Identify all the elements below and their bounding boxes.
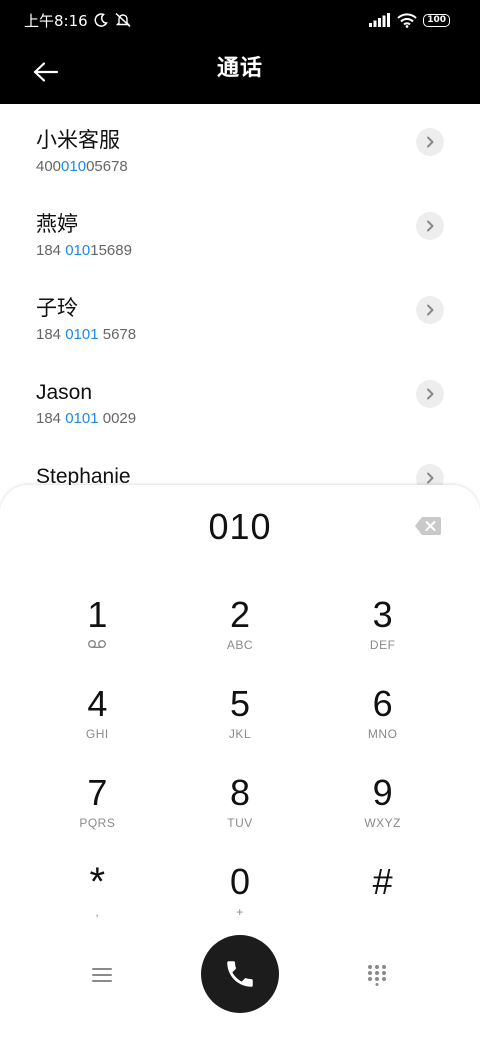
key-digit: 6 bbox=[372, 683, 393, 724]
dialed-number-display: 010 bbox=[208, 506, 272, 547]
voicemail-icon bbox=[87, 637, 107, 653]
key-digit: 2 bbox=[229, 594, 250, 635]
menu-icon bbox=[92, 968, 112, 982]
chevron-right-icon bbox=[427, 220, 434, 232]
key-digit: 8 bbox=[229, 772, 250, 813]
wifi-icon bbox=[397, 12, 417, 28]
backspace-icon bbox=[415, 517, 441, 535]
key-letters: TUV bbox=[227, 816, 253, 830]
key-letters: + bbox=[236, 905, 244, 919]
chevron-right-icon bbox=[427, 388, 434, 400]
keypad-toggle-button[interactable] bbox=[357, 955, 397, 995]
contact-detail-button[interactable] bbox=[416, 380, 444, 408]
dialpad-icon bbox=[368, 965, 386, 986]
dialer-screen: 上午8:16 100 通话 小米客服 40001005678 燕婷 184 01… bbox=[0, 0, 480, 1040]
status-right: 100 bbox=[369, 12, 450, 28]
dialer-bottom-bar bbox=[0, 933, 480, 1017]
backspace-button[interactable] bbox=[412, 513, 444, 539]
key-digit: 3 bbox=[372, 594, 393, 635]
key-7[interactable]: 7 PQRS bbox=[26, 763, 169, 852]
chevron-right-icon bbox=[427, 136, 434, 148]
key-4[interactable]: 4 GHI bbox=[26, 674, 169, 763]
key-letters: DEF bbox=[369, 638, 396, 652]
app-header: 通话 bbox=[0, 40, 480, 104]
key-8[interactable]: 8 TUV bbox=[169, 763, 312, 852]
key-digit: 5 bbox=[229, 683, 250, 724]
key-digit: # bbox=[372, 861, 393, 902]
status-time: 上午8:16 bbox=[24, 11, 88, 30]
key-star[interactable]: * , bbox=[26, 852, 169, 941]
contact-detail-button[interactable] bbox=[416, 296, 444, 324]
key-3[interactable]: 3 DEF bbox=[311, 585, 454, 674]
dialpad-sheet: 010 1 2 ABC 3 DEF 4 GHI 5 JKL 6 MNO 7 PQ… bbox=[0, 485, 480, 1040]
key-digit: 0 bbox=[229, 861, 250, 902]
key-letters: JKL bbox=[228, 727, 252, 741]
chevron-right-icon bbox=[427, 304, 434, 316]
key-letters: WXYZ bbox=[364, 816, 401, 830]
contact-number: 184 01015689 bbox=[36, 242, 132, 259]
key-digit: 9 bbox=[372, 772, 393, 813]
contact-name: 小米客服 bbox=[36, 129, 120, 152]
key-digit: 4 bbox=[87, 683, 108, 724]
phone-icon bbox=[227, 961, 253, 987]
menu-button[interactable] bbox=[82, 955, 122, 995]
status-left: 上午8:16 bbox=[24, 10, 132, 31]
status-bar: 上午8:16 100 bbox=[0, 0, 480, 40]
contact-item[interactable]: 燕婷 184 01015689 bbox=[0, 188, 480, 272]
key-digit: 7 bbox=[87, 772, 108, 813]
muted-bell-icon bbox=[114, 12, 132, 28]
key-hash[interactable]: # bbox=[311, 852, 454, 941]
key-letters: PQRS bbox=[79, 816, 116, 830]
key-1[interactable]: 1 bbox=[26, 585, 169, 674]
key-letters: , bbox=[95, 905, 100, 919]
do-not-disturb-moon-icon bbox=[94, 13, 108, 27]
key-letters: ABC bbox=[226, 638, 254, 652]
contact-name: 燕婷 bbox=[36, 213, 78, 236]
call-button[interactable] bbox=[201, 935, 279, 1013]
contact-item[interactable]: Jason 184 0101 0029 bbox=[0, 356, 480, 440]
contact-number: 40001005678 bbox=[36, 158, 128, 175]
key-digit: * bbox=[89, 860, 106, 904]
contact-list: 小米客服 40001005678 燕婷 184 01015689 子玲 184 … bbox=[0, 104, 480, 524]
key-6[interactable]: 6 MNO bbox=[311, 674, 454, 763]
key-0[interactable]: 0 + bbox=[169, 852, 312, 941]
battery-indicator: 100 bbox=[423, 13, 450, 27]
arrow-left-icon bbox=[33, 62, 59, 82]
back-button[interactable] bbox=[28, 54, 64, 90]
contact-name: Jason bbox=[36, 381, 93, 404]
contact-item[interactable]: 子玲 184 0101 5678 bbox=[0, 272, 480, 356]
contact-number: 184 0101 5678 bbox=[36, 326, 137, 343]
contact-name: 子玲 bbox=[36, 297, 78, 320]
key-letters: GHI bbox=[85, 727, 109, 741]
key-9[interactable]: 9 WXYZ bbox=[311, 763, 454, 852]
contact-number: 184 0101 0029 bbox=[36, 410, 137, 427]
signal-icon bbox=[369, 13, 391, 27]
keypad: 1 2 ABC 3 DEF 4 GHI 5 JKL 6 MNO 7 PQRS 8… bbox=[26, 585, 454, 941]
page-title: 通话 bbox=[216, 56, 263, 81]
key-digit: 1 bbox=[87, 594, 108, 635]
contact-detail-button[interactable] bbox=[416, 212, 444, 240]
chevron-right-icon bbox=[427, 472, 434, 484]
contact-detail-button[interactable] bbox=[416, 128, 444, 156]
key-5[interactable]: 5 JKL bbox=[169, 674, 312, 763]
contact-item[interactable]: 小米客服 40001005678 bbox=[0, 104, 480, 188]
key-letters: MNO bbox=[367, 727, 398, 741]
key-2[interactable]: 2 ABC bbox=[169, 585, 312, 674]
